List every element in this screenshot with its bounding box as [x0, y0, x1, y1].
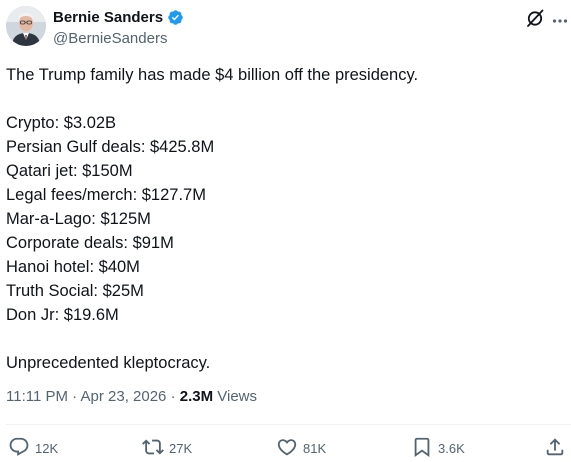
list-item: Corporate deals: $91M — [6, 234, 174, 252]
tweet-date[interactable]: Apr 23, 2026 — [81, 388, 167, 405]
heart-icon — [276, 436, 298, 461]
tweet-closing: Unprecedented kleptocracy. — [6, 354, 211, 372]
list-item: Crypto: $3.02B — [6, 114, 117, 132]
grok-icon[interactable] — [525, 8, 545, 28]
avatar[interactable] — [6, 6, 46, 46]
repost-count: 27K — [169, 441, 193, 456]
tweet-card: Bernie Sanders @BernieSanders The Trump … — [0, 0, 571, 462]
more-icon[interactable] — [552, 12, 568, 23]
meta-separator: · — [67, 388, 81, 405]
tweet-time[interactable]: 11:11 PM — [6, 388, 68, 405]
views-label: Views — [213, 388, 258, 405]
reply-count: 12K — [35, 441, 59, 456]
tweet-text: The Trump family has made $4 billion off… — [6, 63, 566, 375]
display-name[interactable]: Bernie Sanders — [53, 9, 163, 26]
bookmark-button[interactable]: 3.6K — [411, 436, 465, 461]
share-icon — [544, 436, 566, 461]
views-count: 2.3M — [179, 388, 214, 405]
meta-separator: · — [166, 388, 180, 405]
list-item: Truth Social: $25M — [6, 282, 144, 300]
author-handle[interactable]: @BernieSanders — [53, 30, 184, 47]
like-button[interactable]: 81K — [276, 436, 326, 461]
tweet-meta: 11:11 PM · Apr 23, 2026 · 2.3M Views — [6, 388, 257, 405]
like-count: 81K — [303, 441, 327, 456]
bookmark-count: 3.6K — [438, 441, 465, 456]
share-button[interactable] — [544, 436, 566, 461]
divider — [6, 424, 571, 425]
tweet-intro: The Trump family has made $4 billion off… — [6, 66, 419, 84]
list-item: Legal fees/merch: $127.7M — [6, 186, 206, 204]
list-item: Persian Gulf deals: $425.8M — [6, 138, 215, 156]
list-item: Mar-a-Lago: $125M — [6, 210, 151, 228]
author-info: Bernie Sanders @BernieSanders — [53, 8, 184, 47]
list-item: Hanoi hotel: $40M — [6, 258, 140, 276]
reply-button[interactable]: 12K — [8, 436, 58, 461]
verified-badge-icon — [167, 9, 184, 26]
repost-icon — [142, 436, 164, 461]
repost-button[interactable]: 27K — [142, 436, 192, 461]
list-item: Don Jr: $19.6M — [6, 306, 119, 324]
list-item: Qatari jet: $150M — [6, 162, 133, 180]
bookmark-icon — [411, 436, 433, 461]
reply-icon — [8, 436, 30, 461]
action-bar: 12K 27K 81K 3.6K — [0, 436, 571, 460]
